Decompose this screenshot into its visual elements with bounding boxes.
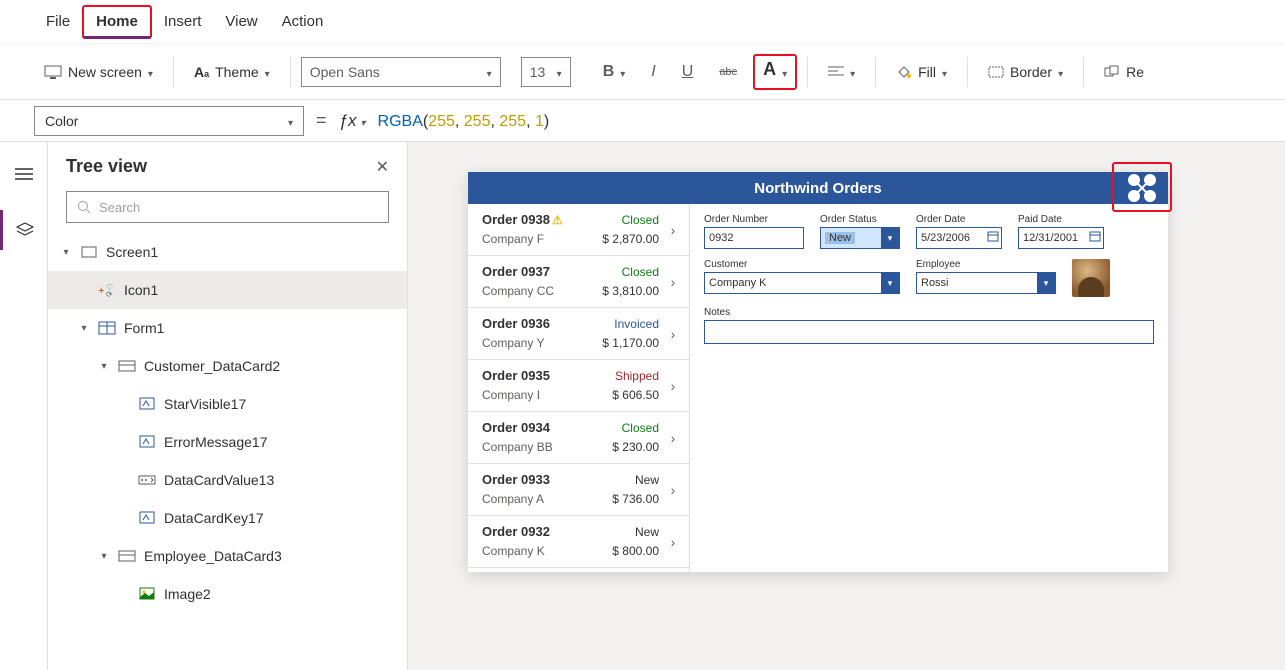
font-size-combo[interactable]: 13	[521, 57, 571, 87]
tree: ▾Screen1 +♡⟳Icon1 ▾Form1 ▾Customer_DataC…	[48, 233, 407, 670]
left-rail	[0, 142, 48, 670]
tree-node-datacardvalue[interactable]: DataCardValue13	[48, 461, 407, 499]
fx-button[interactable]: ƒx	[339, 111, 366, 131]
formula-input[interactable]: RGBA(255, 255, 255, 1)	[378, 111, 550, 131]
tree-node-datacardkey[interactable]: DataCardKey17	[48, 499, 407, 537]
tree-node-starvisible[interactable]: StarVisible17	[48, 385, 407, 423]
fill-button[interactable]: Fill	[886, 54, 957, 90]
order-status-select[interactable]: New▾	[820, 227, 900, 249]
label-icon	[139, 397, 155, 411]
employee-select[interactable]: Rossi▾	[916, 272, 1056, 294]
order-date-field[interactable]: 5/23/2006	[916, 227, 1002, 249]
notes-input[interactable]	[704, 320, 1154, 344]
search-icon	[77, 200, 91, 214]
tree-node-screen1[interactable]: ▾Screen1	[48, 233, 407, 271]
paint-bucket-icon	[896, 64, 912, 80]
paid-date-field[interactable]: 12/31/2001	[1018, 227, 1104, 249]
tree-node-image2[interactable]: Image2	[48, 575, 407, 613]
order-row[interactable]: Order 0934ClosedCompany BB$ 230.00›	[468, 412, 689, 464]
card-icon	[118, 550, 136, 562]
font-family-combo[interactable]: Open Sans	[301, 57, 501, 87]
label-icon	[139, 435, 155, 449]
order-row[interactable]: Order 0933NewCompany A$ 736.00›	[468, 464, 689, 516]
rail-treeview[interactable]	[0, 210, 48, 250]
tree-node-employee-card[interactable]: ▾Employee_DataCard3	[48, 537, 407, 575]
strikethrough-button[interactable]: abc	[709, 54, 747, 90]
image-icon	[139, 587, 155, 601]
order-row[interactable]: Order 0935ShippedCompany I$ 606.50›	[468, 360, 689, 412]
tree-node-icon1[interactable]: +♡⟳Icon1	[48, 271, 407, 309]
equals-label: =	[316, 110, 327, 131]
align-icon	[828, 66, 844, 78]
tree-node-errormessage[interactable]: ErrorMessage17	[48, 423, 407, 461]
bold-button[interactable]: B	[593, 54, 636, 90]
hamburger-icon	[15, 167, 33, 181]
card-icon	[118, 360, 136, 372]
rail-hamburger[interactable]	[0, 154, 48, 194]
border-icon	[988, 66, 1004, 78]
combo-icon	[138, 475, 156, 485]
order-row[interactable]: Order 0937ClosedCompany CC$ 3,810.00›	[468, 256, 689, 308]
menu-file[interactable]: File	[34, 7, 82, 36]
tree-view-panel: Tree view ✕ Search ▾Screen1 +♡⟳Icon1 ▾Fo…	[48, 142, 408, 670]
order-detail-form: Order Number0932 Order StatusNew▾ Order …	[690, 204, 1168, 572]
customer-select[interactable]: Company K▾	[704, 272, 900, 294]
reorder-icon	[1104, 65, 1120, 79]
canvas[interactable]: Northwind Orders Order 0938⚠ClosedCompan…	[408, 142, 1285, 670]
new-screen-button[interactable]: New screen	[34, 54, 163, 90]
label-icon	[139, 511, 155, 525]
form-icon	[98, 321, 116, 335]
theme-button[interactable]: Aa Theme	[184, 54, 280, 90]
tree-view-title: Tree view	[66, 156, 376, 177]
svg-text:+: +	[98, 285, 104, 297]
formula-bar: Color = ƒx RGBA(255, 255, 255, 1)	[0, 100, 1285, 142]
reorder-button[interactable]: Re	[1094, 54, 1154, 90]
menu-insert[interactable]: Insert	[152, 7, 214, 36]
menu-home[interactable]: Home	[82, 5, 152, 39]
tree-node-form1[interactable]: ▾Form1	[48, 309, 407, 347]
menu-action[interactable]: Action	[270, 7, 336, 36]
tree-close-button[interactable]: ✕	[376, 157, 389, 177]
tree-search-input[interactable]: Search	[66, 191, 389, 223]
menu-view[interactable]: View	[213, 7, 269, 36]
underline-button[interactable]: U	[672, 54, 704, 90]
order-row[interactable]: Order 0936InvoicedCompany Y$ 1,170.00›	[468, 308, 689, 360]
order-gallery[interactable]: Order 0938⚠ClosedCompany F$ 2,870.00›Ord…	[468, 204, 690, 572]
order-number-field[interactable]: 0932	[704, 227, 804, 249]
layers-icon	[16, 222, 34, 238]
property-selector[interactable]: Color	[34, 106, 304, 136]
order-row[interactable]: Order 0938⚠ClosedCompany F$ 2,870.00›	[468, 204, 689, 256]
app-header: Northwind Orders	[468, 172, 1168, 204]
align-button[interactable]	[818, 54, 865, 90]
menu-bar: File Home Insert View Action	[0, 0, 1285, 44]
icon1-control[interactable]	[1120, 166, 1164, 210]
tree-node-customer-card[interactable]: ▾Customer_DataCard2	[48, 347, 407, 385]
svg-text:⟳: ⟳	[106, 290, 113, 297]
app-preview: Northwind Orders Order 0938⚠ClosedCompan…	[468, 172, 1168, 572]
employee-avatar	[1072, 259, 1110, 297]
border-button[interactable]: Border	[978, 54, 1073, 90]
ribbon: New screen Aa Theme Open Sans 13 B I U a…	[0, 44, 1285, 100]
italic-button[interactable]: I	[641, 54, 665, 90]
order-row[interactable]: Order 0932NewCompany K$ 800.00›	[468, 516, 689, 568]
screen-icon	[44, 65, 62, 79]
font-color-button[interactable]: A	[753, 54, 797, 90]
